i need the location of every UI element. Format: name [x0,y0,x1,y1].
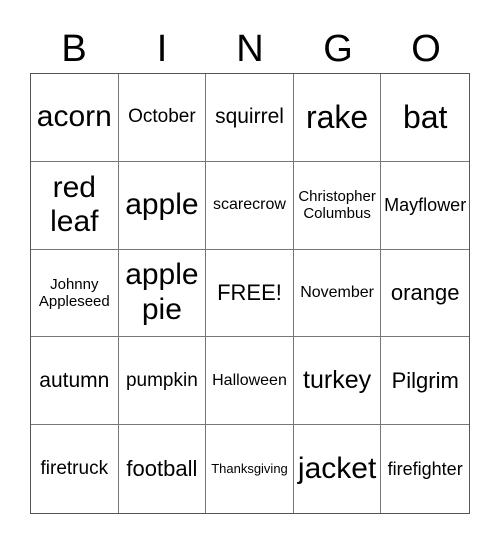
bingo-cell[interactable]: apple [118,161,207,250]
bingo-cell[interactable]: orange [381,250,469,338]
bingo-cell[interactable]: red leaf [31,161,119,250]
bingo-cell[interactable]: squirrel [206,74,294,162]
bingo-cell[interactable]: firetruck [31,425,119,513]
bingo-cell[interactable]: Johnny Appleseed [31,249,119,338]
bingo-cell[interactable]: Halloween [206,337,294,426]
bingo-cell[interactable]: Thanksgiving [206,425,294,513]
header-letter-o: O [411,28,441,70]
bingo-cell[interactable]: autumn [31,337,119,426]
bingo-cell[interactable]: Christopher Columbus [293,161,382,250]
header-letter-i: I [156,28,168,70]
bingo-cell[interactable]: acorn [31,74,119,162]
header-letter-n: N [236,28,264,70]
bingo-cell[interactable]: football [119,425,207,513]
free-space-cell[interactable]: FREE! [206,249,294,338]
bingo-cell[interactable]: jacket [294,425,382,513]
bingo-cell[interactable]: pumpkin [118,337,207,426]
bingo-cell[interactable]: rake [293,74,382,162]
bingo-cell[interactable]: firefighter [381,425,469,513]
bingo-cell[interactable]: Mayflower [381,162,469,250]
bingo-cell[interactable]: apple pie [118,249,207,338]
header-letter-b: B [61,28,87,70]
bingo-header: B I N G O [30,26,470,72]
bingo-cell[interactable]: bat [381,74,469,162]
bingo-cell[interactable]: turkey [293,337,382,426]
bingo-cell[interactable]: Pilgrim [381,337,469,426]
bingo-cell[interactable]: November [293,249,382,338]
bingo-cell[interactable]: October [118,74,207,162]
header-letter-g: G [323,28,353,70]
bingo-card-grid: acorn October squirrel rake bat red leaf… [30,73,470,514]
bingo-cell[interactable]: scarecrow [206,161,294,250]
